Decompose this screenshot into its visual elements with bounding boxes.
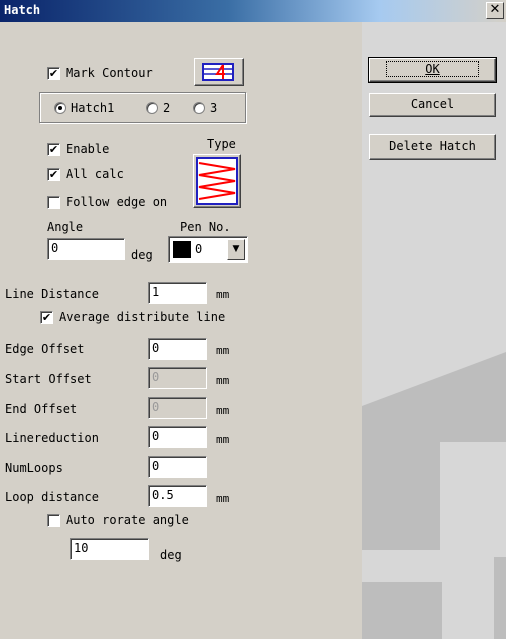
hatch-dialog: Hatch ✕ OK Cancel Delete Hatch ✔ Mark Co… bbox=[0, 0, 506, 639]
ok-button[interactable]: OK bbox=[368, 57, 497, 83]
auto-rotate-angle-input[interactable]: 10 bbox=[70, 538, 149, 560]
ok-button-label: OK bbox=[386, 61, 479, 77]
num-loops-input[interactable]: 0 bbox=[148, 456, 207, 478]
enable-label: Enable bbox=[66, 142, 110, 156]
average-distribute-checkbox[interactable]: ✔ bbox=[40, 311, 53, 324]
preview-shape-middle bbox=[362, 442, 440, 550]
auto-rotate-label: Auto rorate angle bbox=[66, 513, 189, 527]
hatch1-label: Hatch1 bbox=[71, 101, 115, 115]
start-offset-unit: mm bbox=[216, 374, 230, 387]
edge-offset-unit: mm bbox=[216, 344, 230, 357]
linereduction-input[interactable]: 0 bbox=[148, 426, 207, 448]
line-distance-label: Line Distance bbox=[5, 287, 99, 301]
cancel-button-label: Cancel bbox=[410, 97, 455, 111]
loop-distance-unit: mm bbox=[216, 492, 230, 505]
average-distribute-label: Average distribute line bbox=[59, 310, 226, 324]
title-bar[interactable]: Hatch ✕ bbox=[0, 0, 506, 22]
loop-distance-input[interactable]: 0.5 bbox=[148, 485, 207, 507]
loop-distance-label: Loop distance bbox=[5, 490, 99, 504]
hatch2-radio[interactable] bbox=[146, 102, 158, 114]
mark-contour-label: Mark Contour bbox=[66, 66, 153, 80]
hatch-type-icon bbox=[196, 157, 238, 205]
type-label: Type bbox=[207, 137, 236, 151]
start-offset-input: 0 bbox=[148, 367, 207, 389]
auto-rotate-angle-unit: deg bbox=[160, 548, 182, 562]
end-offset-input: 0 bbox=[148, 397, 207, 419]
hatch-type-button[interactable] bbox=[193, 154, 241, 208]
preview-shape-top bbox=[362, 352, 506, 442]
mark-contour-button[interactable] bbox=[194, 58, 244, 86]
pen-no-label: Pen No. bbox=[180, 220, 231, 234]
auto-rotate-checkbox[interactable] bbox=[47, 514, 60, 527]
hatch3-label: 3 bbox=[210, 101, 218, 115]
pen-dropdown-arrow-icon[interactable]: ▼ bbox=[227, 239, 245, 260]
start-offset-label: Start Offset bbox=[5, 372, 92, 386]
hatch3-radio[interactable] bbox=[193, 102, 205, 114]
delete-hatch-button-label: Delete Hatch bbox=[389, 139, 476, 153]
linereduction-unit: mm bbox=[216, 433, 230, 446]
delete-hatch-button[interactable]: Delete Hatch bbox=[369, 134, 496, 160]
angle-label: Angle bbox=[47, 220, 84, 234]
preview-shape-bottom-right bbox=[494, 557, 506, 639]
enable-checkbox[interactable]: ✔ bbox=[47, 143, 60, 156]
preview-shape-bottom-left bbox=[362, 582, 442, 639]
follow-edge-checkbox[interactable] bbox=[47, 196, 60, 209]
cancel-button[interactable]: Cancel bbox=[369, 93, 496, 117]
line-distance-input[interactable]: 1 bbox=[148, 282, 207, 304]
pen-select[interactable]: 0 ▼ bbox=[168, 236, 248, 263]
mark-contour-icon bbox=[202, 63, 234, 81]
all-calc-checkbox[interactable]: ✔ bbox=[47, 168, 60, 181]
end-offset-unit: mm bbox=[216, 404, 230, 417]
num-loops-label: NumLoops bbox=[5, 461, 63, 475]
edge-offset-input[interactable]: 0 bbox=[148, 338, 207, 360]
mark-contour-checkbox[interactable]: ✔ bbox=[47, 67, 60, 80]
close-button[interactable]: ✕ bbox=[486, 2, 504, 19]
linereduction-label: Linereduction bbox=[5, 431, 99, 445]
all-calc-label: All calc bbox=[66, 167, 124, 181]
angle-input[interactable]: 0 bbox=[47, 238, 125, 260]
hatch2-label: 2 bbox=[163, 101, 171, 115]
pen-value: 0 bbox=[195, 242, 203, 256]
pen-color-swatch bbox=[173, 241, 191, 258]
hatch1-radio[interactable] bbox=[54, 102, 66, 114]
edge-offset-label: Edge Offset bbox=[5, 342, 85, 356]
line-distance-unit: mm bbox=[216, 288, 230, 301]
window-title: Hatch bbox=[4, 3, 41, 17]
angle-unit: deg bbox=[131, 248, 153, 262]
follow-edge-label: Follow edge on bbox=[66, 195, 168, 209]
end-offset-label: End Offset bbox=[5, 402, 78, 416]
